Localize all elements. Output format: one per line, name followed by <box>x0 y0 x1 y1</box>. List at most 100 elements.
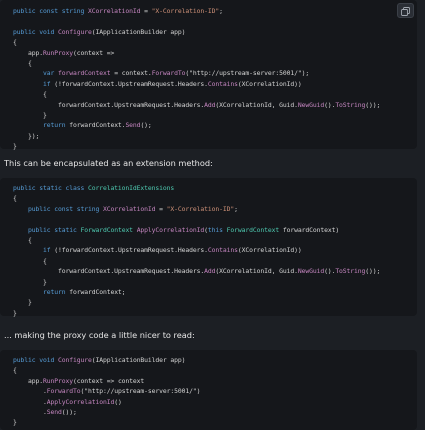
code-token: ()); <box>61 407 77 416</box>
code-token: this <box>207 225 227 234</box>
code-token: ("http://upstream-server:5001/"); <box>185 69 310 78</box>
code-token: { <box>13 58 32 67</box>
code-line: app.RunProxy(context => <box>13 48 417 58</box>
code-token: forwardContext. <box>69 121 126 130</box>
code-line: return forwardContext.Send(); <box>13 120 417 130</box>
code-token: { <box>13 194 17 203</box>
code-token: } <box>13 110 47 119</box>
code-lines: public const string XCorrelationId = "X-… <box>13 6 417 151</box>
code-line: return forwardContext; <box>13 287 417 297</box>
code-token: XCorrelationId <box>102 204 156 213</box>
code-token: (). <box>324 267 336 276</box>
code-line: } <box>13 277 417 287</box>
code-token: Send <box>125 121 141 130</box>
code-token: ToString <box>335 267 366 276</box>
code-token: forwardContext) <box>282 225 340 234</box>
code-token: ForwardTo <box>151 69 186 78</box>
code-line: if (!forwardContext.UpstreamRequest.Head… <box>13 79 417 89</box>
code-token: ; <box>219 7 223 15</box>
code-token: (IApplicationBuilder app) <box>91 356 186 364</box>
code-token: } <box>13 277 47 286</box>
code-lines: public void Configure(IApplicationBuilde… <box>13 355 417 428</box>
code-line: { <box>13 37 417 47</box>
code-token: { <box>13 366 17 375</box>
code-token: { <box>13 256 47 265</box>
code-token: . <box>13 397 47 406</box>
code-token: ForwardTo <box>46 387 81 396</box>
code-line: .Send()); <box>13 407 417 417</box>
code-token: ApplyCorrelationId <box>46 397 115 406</box>
code-token: (!forwardContext.UpstreamRequest.Headers… <box>54 79 208 88</box>
code-token: RunProxy <box>42 48 73 57</box>
code-line: forwardContext.UpstreamRequest.Headers.A… <box>13 266 417 276</box>
code-line: public const string XCorrelationId = "X-… <box>13 6 417 16</box>
code-token: (context => context <box>72 376 145 385</box>
copy-icon <box>401 1 410 20</box>
copy-button[interactable] <box>397 3 414 18</box>
code-token: (XCorrelationId, Guid. <box>215 267 298 276</box>
code-line: } <box>13 308 417 318</box>
code-token: } <box>13 418 17 427</box>
code-token: var <box>13 69 58 78</box>
code-token: NewGuid <box>297 100 325 109</box>
code-token: } <box>13 142 17 151</box>
code-token: (!forwardContext.UpstreamRequest.Headers… <box>54 246 208 255</box>
code-token: return <box>13 287 70 296</box>
code-line: { <box>13 256 417 266</box>
code-token: "X-Correlation-ID" <box>151 7 220 15</box>
code-token: forwardContext <box>57 69 111 78</box>
code-token: (XCorrelationId, Guid. <box>215 100 298 109</box>
code-token: public void <box>13 356 58 364</box>
code-token: if <box>13 79 55 88</box>
code-line: { <box>13 58 417 68</box>
code-line: } <box>13 297 417 307</box>
code-block: public static class CorrelationIdExtensi… <box>0 178 417 318</box>
code-token: (); <box>140 121 152 130</box>
code-block: public const string XCorrelationId = "X-… <box>0 0 417 151</box>
code-token: (IApplicationBuilder app) <box>91 27 186 36</box>
code-token: Add <box>204 267 216 276</box>
code-token: (XCorrelationId)) <box>237 246 302 255</box>
code-line: { <box>13 89 417 99</box>
code-line: { <box>13 235 417 245</box>
code-token: "X-Correlation-ID" <box>166 204 235 213</box>
code-token: public const string <box>13 7 88 15</box>
code-token: NewGuid <box>297 267 325 276</box>
code-token: ApplyCorrelationId <box>136 225 205 234</box>
code-block: public void Configure(IApplicationBuilde… <box>0 350 417 430</box>
code-token: public static <box>13 225 81 234</box>
code-token: app. <box>13 48 43 57</box>
code-token: XCorrelationId <box>87 7 141 15</box>
code-token: } <box>13 308 17 317</box>
code-token: { <box>13 90 47 99</box>
code-line: .ApplyCorrelationId() <box>13 397 417 407</box>
code-token: Add <box>204 100 216 109</box>
code-line: public void Configure(IApplicationBuilde… <box>13 355 417 365</box>
code-token: = <box>155 204 167 213</box>
code-token: (context => <box>72 48 115 57</box>
code-token: ()); <box>365 100 381 109</box>
code-line: .ForwardTo("http://upstream-server:5001/… <box>13 386 417 396</box>
code-token: ForwardContext <box>226 225 283 234</box>
code-line: { <box>13 365 417 375</box>
code-line: public void Configure(IApplicationBuilde… <box>13 27 417 37</box>
code-token: . <box>13 387 47 396</box>
code-token: CorrelationIdExtensions <box>87 184 175 192</box>
code-token: = <box>140 7 152 15</box>
code-lines: public static class CorrelationIdExtensi… <box>13 183 417 318</box>
code-line: forwardContext.UpstreamRequest.Headers.A… <box>13 100 417 110</box>
code-token: { <box>13 235 32 244</box>
code-token: () <box>114 397 122 406</box>
code-token: forwardContext.UpstreamRequest.Headers. <box>13 267 205 276</box>
code-token: public void <box>13 27 58 36</box>
code-line: }); <box>13 131 417 141</box>
code-line: { <box>13 193 417 203</box>
code-token: Contains <box>207 246 238 255</box>
code-token: ForwardContext <box>80 225 137 234</box>
code-token: return <box>13 121 70 130</box>
code-line: } <box>13 110 417 120</box>
code-token: forwardContext; <box>69 287 126 296</box>
code-token: Configure <box>57 356 92 364</box>
